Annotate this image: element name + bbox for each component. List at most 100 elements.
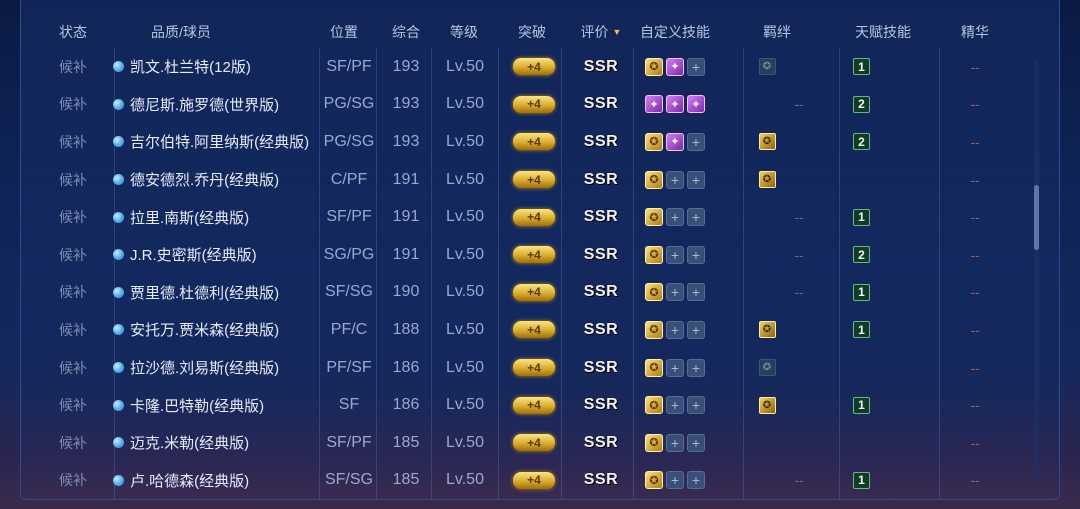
table-row[interactable]: 候补 安托万.贾米森(经典版) PF/C 188 Lv.50 +4 SSR ✪ + + ✪ 1 -- (21, 311, 1059, 349)
add-skill-slot-icon[interactable]: + (666, 471, 684, 490)
add-skill-slot-icon[interactable]: + (666, 245, 684, 264)
add-skill-slot-icon[interactable]: + (687, 208, 705, 227)
gold-skill-icon[interactable]: ✪ (645, 396, 663, 415)
add-skill-slot-icon[interactable]: + (687, 132, 705, 151)
player-name-cell[interactable]: 迈克.米勒(经典版) (113, 424, 323, 462)
table-row[interactable]: 候补 拉里.南斯(经典版) SF/PF 191 Lv.50 +4 SSR ✪ + + -- 1 -- (21, 198, 1059, 236)
talent-level-badge[interactable]: 1 (853, 208, 870, 226)
talent-level-badge[interactable]: 1 (853, 321, 870, 339)
talent-level-badge[interactable]: 1 (853, 58, 870, 76)
add-skill-slot-icon[interactable]: + (687, 433, 705, 452)
purple-skill-icon[interactable]: ✦ (645, 95, 663, 114)
add-skill-slot-icon[interactable]: + (666, 358, 684, 377)
add-skill-slot-icon[interactable]: + (687, 57, 705, 76)
table-row[interactable]: 候补 凯文.杜兰特(12版) SF/PF 193 Lv.50 +4 SSR ✪ ✦ + ✪ 1 -- (21, 48, 1059, 86)
header-rating[interactable]: 评价 ▼ (573, 12, 629, 52)
bond-icon[interactable]: ✪ (758, 396, 776, 414)
header-position[interactable]: 位置 (316, 12, 372, 52)
player-name-cell[interactable]: 拉里.南斯(经典版) (113, 198, 323, 236)
talent-level-badge[interactable]: 2 (853, 95, 870, 113)
add-skill-slot-icon[interactable]: + (687, 283, 705, 302)
bond-icon[interactable]: ✪ (758, 133, 776, 151)
header-status[interactable]: 状态 (51, 12, 95, 52)
add-skill-slot-icon[interactable]: + (666, 170, 684, 189)
add-skill-slot-icon[interactable]: + (666, 283, 684, 302)
player-name-cell[interactable]: 贾里德.杜德利(经典版) (113, 274, 323, 312)
breakthrough-cell: +4 (501, 349, 567, 387)
bond-icon[interactable]: ✪ (758, 321, 776, 339)
purple-skill-icon[interactable]: ✦ (687, 95, 705, 114)
essence-cell: -- (951, 386, 999, 424)
player-name-cell[interactable]: 安托万.贾米森(经典版) (113, 311, 323, 349)
gold-skill-icon[interactable]: ✪ (645, 57, 663, 76)
gold-skill-icon[interactable]: ✪ (645, 358, 663, 377)
header-player[interactable]: 品质/球员 (126, 12, 236, 52)
header-overall[interactable]: 综合 (383, 12, 429, 52)
scrollbar[interactable] (1034, 60, 1039, 480)
player-name: 德尼斯.施罗德(世界版) (130, 96, 280, 114)
player-name-cell[interactable]: 德安德烈.乔丹(经典版) (113, 161, 323, 199)
header-talent[interactable]: 天赋技能 (845, 12, 921, 52)
column-divider (633, 236, 634, 274)
status-cell: 候补 (59, 246, 87, 263)
gold-skill-icon[interactable]: ✪ (645, 320, 663, 339)
gold-skill-icon[interactable]: ✪ (645, 170, 663, 189)
gold-skill-icon[interactable]: ✪ (645, 283, 663, 302)
bond-inactive-icon[interactable]: ✪ (758, 359, 776, 377)
talent-level-badge[interactable]: 1 (853, 471, 870, 489)
header-essence[interactable]: 精华 (951, 12, 999, 52)
talent-level-badge[interactable]: 2 (853, 246, 870, 264)
add-skill-slot-icon[interactable]: + (666, 433, 684, 452)
gold-skill-icon[interactable]: ✪ (645, 245, 663, 264)
add-skill-slot-icon[interactable]: + (687, 320, 705, 339)
talent-level-badge[interactable]: 1 (853, 396, 870, 414)
table-row[interactable]: 候补 卢.哈德森(经典版) SF/SG 185 Lv.50 +4 SSR ✪ + + -- 1 -- (21, 461, 1059, 499)
player-name-cell[interactable]: 卢.哈德森(经典版) (113, 462, 323, 499)
add-skill-slot-icon[interactable]: + (687, 170, 705, 189)
table-row[interactable]: 候补 卡隆.巴特勒(经典版) SF 186 Lv.50 +4 SSR ✪ + + ✪ 1 -- (21, 386, 1059, 424)
table-row[interactable]: 候补 吉尔伯特.阿里纳斯(经典版) PG/SG 193 Lv.50 +4 SSR ✪ ✦ + ✪ 2-… (21, 123, 1059, 161)
scrollbar-thumb[interactable] (1034, 185, 1039, 250)
breakthrough-cell: +4 (501, 274, 567, 312)
header-breakthrough[interactable]: 突破 (509, 12, 555, 52)
header-bond[interactable]: 羁绊 (753, 12, 801, 52)
add-skill-slot-icon[interactable]: + (687, 358, 705, 377)
purple-skill-icon[interactable]: ✦ (666, 95, 684, 114)
column-divider (939, 424, 940, 462)
table-row[interactable]: 候补 J.R.史密斯(经典版) SG/PG 191 Lv.50 +4 SSR ✪ + + -- 2 -- (21, 236, 1059, 274)
header-custom-skills[interactable]: 自定义技能 (633, 12, 717, 52)
add-skill-slot-icon[interactable]: + (666, 208, 684, 227)
player-name-cell[interactable]: 拉沙德.刘易斯(经典版) (113, 349, 323, 387)
add-skill-slot-icon[interactable]: + (666, 396, 684, 415)
breakthrough-cell: +4 (501, 123, 567, 161)
player-name-cell[interactable]: 德尼斯.施罗德(世界版) (113, 86, 323, 124)
add-skill-slot-icon[interactable]: + (687, 245, 705, 264)
column-divider (633, 123, 634, 161)
rating-badge: SSR (583, 132, 619, 150)
add-skill-slot-icon[interactable]: + (687, 471, 705, 490)
player-name-cell[interactable]: 卡隆.巴特勒(经典版) (113, 386, 323, 424)
player-name-cell[interactable]: 吉尔伯特.阿里纳斯(经典版) (113, 123, 323, 161)
gold-skill-icon[interactable]: ✪ (645, 433, 663, 452)
talent-level-badge[interactable]: 1 (853, 283, 870, 301)
add-skill-slot-icon[interactable]: + (666, 320, 684, 339)
table-row[interactable]: 候补 贾里德.杜德利(经典版) SF/SG 190 Lv.50 +4 SSR ✪ + + -- 1 -- (21, 273, 1059, 312)
add-skill-slot-icon[interactable]: + (687, 396, 705, 415)
talent-level-badge[interactable]: 2 (853, 133, 870, 151)
header-level[interactable]: 等级 (439, 12, 489, 52)
table-row[interactable]: 候补 拉沙德.刘易斯(经典版) PF/SF 186 Lv.50 +4 SSR ✪ + + ✪ -- (21, 348, 1059, 387)
table-row[interactable]: 候补 迈克.米勒(经典版) SF/PF 185 Lv.50 +4 SSR ✪ + + -- (21, 424, 1059, 462)
player-name-cell[interactable]: J.R.史密斯(经典版) (113, 236, 323, 274)
player-name-cell[interactable]: 凯文.杜兰特(12版) (113, 48, 323, 86)
column-divider (498, 123, 499, 161)
bond-icon[interactable]: ✪ (758, 171, 776, 189)
bond-inactive-icon[interactable]: ✪ (758, 58, 776, 76)
table-row[interactable]: 候补 德尼斯.施罗德(世界版) PG/SG 193 Lv.50 +4 SSR ✦ ✦ ✦ -- 2 -- (21, 85, 1059, 124)
gold-skill-icon[interactable]: ✪ (645, 471, 663, 490)
gold-skill-icon[interactable]: ✪ (645, 208, 663, 227)
gold-skill-icon[interactable]: ✪ (645, 132, 663, 151)
purple-skill-icon[interactable]: ✦ (666, 57, 684, 76)
table-row[interactable]: 候补 德安德烈.乔丹(经典版) C/PF 191 Lv.50 +4 SSR ✪ + + ✪ -- (21, 160, 1059, 199)
column-divider (839, 48, 840, 86)
purple-skill-icon[interactable]: ✦ (666, 132, 684, 151)
